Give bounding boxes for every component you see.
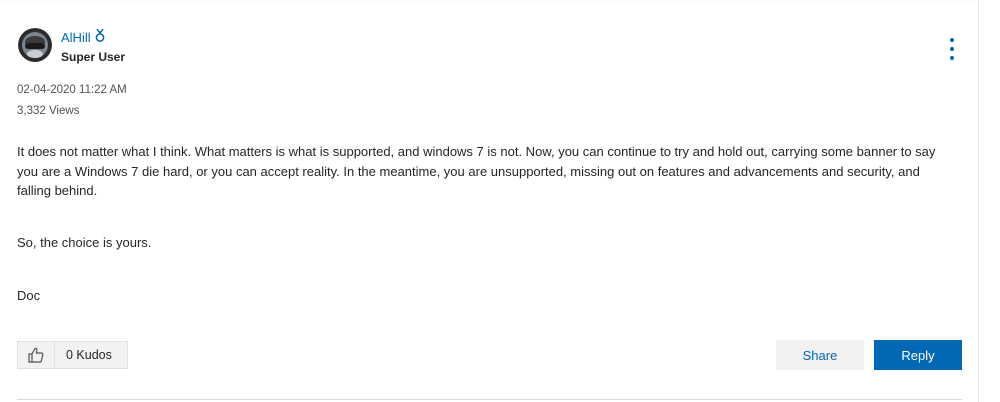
medal-icon (95, 28, 105, 45)
reply-button[interactable]: Reply (874, 340, 962, 370)
post-paragraph: So, the choice is yours. (17, 235, 152, 250)
post-body: It does not matter what I think. What ma… (17, 142, 957, 201)
avatar[interactable] (18, 28, 52, 62)
kebab-menu-icon[interactable] (945, 38, 959, 60)
kudos-count: 0 Kudos (66, 348, 112, 362)
divider (978, 0, 979, 402)
share-button[interactable]: Share (776, 340, 864, 370)
divider (0, 0, 978, 3)
view-count: 3,332 Views (17, 105, 80, 117)
author-name[interactable]: AlHill (61, 30, 91, 45)
kudos-widget: 0 Kudos (17, 341, 128, 369)
author-link[interactable]: AlHill (61, 28, 105, 45)
kudo-button[interactable] (18, 342, 55, 368)
user-rank: Super User (61, 50, 126, 64)
forum-post: AlHill Super User 02-04-2020 11:22 AM 3,… (0, 0, 978, 402)
divider (17, 399, 962, 400)
post-date: 02-04-2020 11:22 AM (17, 84, 127, 96)
post-signature: Doc (17, 288, 41, 303)
thumbs-up-icon (28, 347, 44, 363)
post-paragraph: It does not matter what I think. What ma… (17, 144, 936, 198)
